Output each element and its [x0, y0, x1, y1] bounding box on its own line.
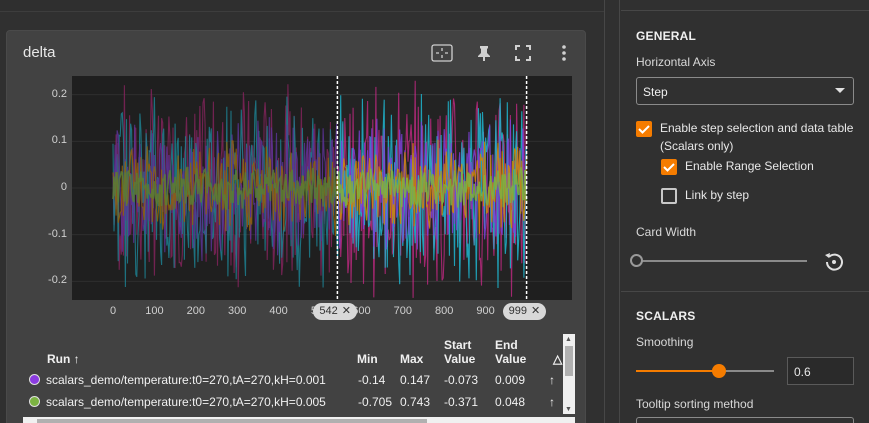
range-start-chip[interactable]: 542 ✕: [313, 303, 357, 320]
smoothing-input[interactable]: 0.6: [787, 357, 854, 385]
scroll-thumb[interactable]: [37, 419, 427, 423]
x-tick-label: 300: [228, 305, 247, 317]
y-tick-label: -0.1: [48, 227, 67, 240]
step-selection-checkbox[interactable]: [636, 121, 652, 137]
col-start-header[interactable]: Start Value: [444, 338, 484, 366]
arrow-up-icon: ↑: [73, 352, 80, 366]
x-tick-label: 0: [109, 305, 117, 317]
min-value: -0.705: [358, 395, 393, 409]
col-end-header[interactable]: End Value: [495, 338, 535, 366]
scroll-thumb[interactable]: [565, 346, 573, 376]
step-selection-label: Enable step selection and data table (Sc…: [660, 119, 865, 155]
x-tick-label: 400: [269, 305, 288, 317]
more-vert-icon[interactable]: [553, 42, 575, 64]
range-shade-left: [72, 76, 338, 300]
check-icon: [638, 125, 650, 134]
close-icon[interactable]: ✕: [342, 303, 351, 320]
link-by-step-checkbox[interactable]: [661, 188, 677, 204]
run-name: scalars_demo/temperature:t0=270,tA=270,k…: [46, 395, 326, 409]
smoothing-thumb[interactable]: [711, 364, 726, 378]
scalars-heading: SCALARS: [636, 309, 696, 323]
start-value: -0.073: [444, 373, 479, 387]
y-tick-label: 0: [60, 181, 67, 193]
x-tick-label: 700: [393, 305, 412, 317]
scalar-card: delta 0.20.10-0.1-0.2 010020030040050060…: [6, 30, 586, 423]
start-value: -0.371: [444, 395, 479, 409]
range-end-chip[interactable]: 999 ✕: [502, 303, 547, 320]
fullscreen-icon[interactable]: [512, 42, 534, 64]
step-selection-text: Enable step selection and data table: [660, 121, 854, 135]
scroll-down-icon[interactable]: ▼: [565, 406, 572, 413]
range-shade-right: [526, 76, 572, 300]
close-icon[interactable]: ✕: [531, 303, 540, 320]
col-max-header[interactable]: Max: [400, 352, 423, 366]
col-sort-icon[interactable]: △: [553, 352, 562, 366]
range-selection-label: Enable Range Selection: [685, 159, 814, 173]
horizontal-axis-value: Step: [643, 85, 668, 99]
end-value: 0.048: [495, 395, 526, 409]
y-tick-label: 0.2: [51, 87, 67, 100]
chart-svg: [72, 76, 572, 300]
x-tick-label: 800: [435, 305, 454, 317]
top-strip: [0, 0, 604, 12]
x-tick-label: 100: [145, 305, 164, 317]
tooltip-sort-select[interactable]: [636, 417, 854, 423]
section-divider: [621, 291, 869, 292]
card-width-label: Card Width: [636, 225, 697, 239]
col-min-header[interactable]: Min: [357, 352, 378, 366]
fit-domain-icon[interactable]: [431, 42, 453, 64]
run-color-swatch[interactable]: [29, 374, 40, 385]
pin-icon[interactable]: [473, 42, 495, 64]
table-horizontal-scrollbar[interactable]: [23, 417, 575, 423]
col-run-label: Run: [47, 352, 71, 366]
run-name: scalars_demo/temperature:t0=270,tA=270,k…: [46, 373, 326, 387]
y-tick-label: 0.1: [51, 134, 67, 147]
max-value: 0.743: [400, 395, 431, 409]
arrow-up-icon: ↑: [549, 373, 555, 387]
tooltip-sort-label: Tooltip sorting method: [636, 397, 754, 411]
x-tick-label: 200: [186, 305, 205, 317]
run-color-swatch[interactable]: [29, 396, 40, 407]
range-selection-checkbox[interactable]: [661, 159, 677, 175]
panel-divider[interactable]: [604, 0, 620, 423]
settings-header-strip: [621, 0, 869, 11]
chevron-down-icon: [835, 88, 845, 93]
settings-panel: GENERAL Horizontal Axis Step Enable step…: [621, 0, 869, 423]
range-start-label: 542: [319, 305, 338, 317]
x-tick-label: 900: [476, 305, 495, 317]
chart-plot-area[interactable]: [72, 76, 572, 300]
arrow-up-icon: ↑: [549, 395, 555, 409]
card-width-thumb[interactable]: [630, 254, 643, 267]
card-width-slider[interactable]: [641, 260, 807, 262]
reset-icon[interactable]: [823, 251, 845, 278]
horizontal-axis-label: Horizontal Axis: [636, 55, 716, 69]
general-heading: GENERAL: [636, 29, 697, 43]
smoothing-slider-fill: [636, 370, 719, 372]
link-by-step-label: Link by step: [685, 188, 750, 202]
range-end-label: 999: [508, 305, 527, 317]
horizontal-axis-select[interactable]: Step: [636, 77, 854, 105]
step-selection-subtext: (Scalars only): [660, 139, 734, 153]
col-run-header[interactable]: Run ↑: [47, 352, 80, 366]
max-value: 0.147: [400, 373, 431, 387]
table-vertical-scrollbar[interactable]: ▲ ▼: [563, 334, 575, 414]
end-value: 0.009: [495, 373, 526, 387]
card-title: delta: [23, 44, 56, 61]
min-value: -0.14: [358, 373, 386, 387]
smoothing-label: Smoothing: [636, 335, 694, 349]
check-icon: [663, 163, 675, 172]
y-tick-label: -0.2: [48, 274, 67, 287]
scroll-up-icon[interactable]: ▲: [565, 336, 572, 343]
